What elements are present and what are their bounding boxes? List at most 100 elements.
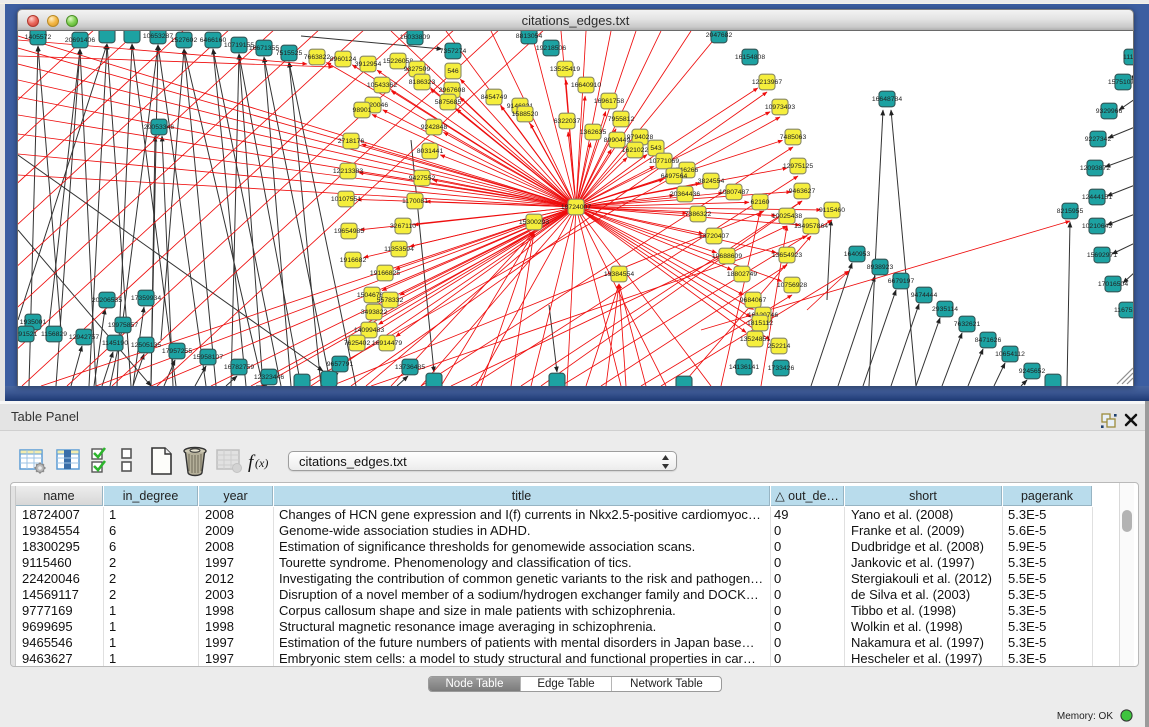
svg-text:10756928: 10756928 <box>777 282 807 289</box>
svg-text:10654112: 10654112 <box>995 351 1025 358</box>
svg-text:9657791: 9657791 <box>327 361 354 368</box>
svg-text:16671355: 16671355 <box>249 45 279 52</box>
svg-text:2718176: 2718176 <box>338 138 365 145</box>
svg-text:252214: 252214 <box>768 343 791 350</box>
svg-text:2047682: 2047682 <box>706 32 733 39</box>
svg-text:1405572: 1405572 <box>25 34 52 41</box>
svg-text:8454749: 8454749 <box>481 94 508 101</box>
svg-text:12323446: 12323446 <box>254 374 284 381</box>
svg-text:10771069: 10771069 <box>649 158 679 165</box>
svg-text:98901: 98901 <box>353 107 372 114</box>
svg-text:1362635: 1362635 <box>580 129 607 136</box>
svg-text:6497564: 6497564 <box>661 173 688 180</box>
svg-text:16033809: 16033809 <box>400 34 430 41</box>
svg-text:13720407: 13720407 <box>699 233 729 240</box>
svg-text:8938923: 8938923 <box>867 264 894 271</box>
svg-text:18802749: 18802749 <box>727 271 757 278</box>
svg-text:7515525: 7515525 <box>276 50 303 57</box>
svg-text:9245652: 9245652 <box>1019 368 1046 375</box>
svg-text:20206535: 20206535 <box>92 297 122 304</box>
svg-text:10210643: 10210643 <box>1082 223 1112 230</box>
svg-text:8031441: 8031441 <box>417 148 444 155</box>
svg-text:19218506: 19218506 <box>536 45 566 52</box>
svg-text:11172: 11172 <box>1123 54 1134 61</box>
svg-text:16961758: 16961758 <box>594 98 624 105</box>
svg-text:12505135: 12505135 <box>131 342 161 349</box>
svg-text:12093872: 12093872 <box>1080 165 1110 172</box>
svg-text:15692971: 15692971 <box>1087 252 1117 259</box>
svg-text:16782759: 16782759 <box>224 364 254 371</box>
svg-text:391521: 391521 <box>18 331 38 338</box>
svg-text:7663822: 7663822 <box>304 54 331 61</box>
svg-text:9327509: 9327509 <box>404 66 431 73</box>
svg-text:19975857: 19975857 <box>108 322 138 329</box>
svg-text:3493822: 3493822 <box>361 309 388 316</box>
svg-text:10107551: 10107551 <box>331 196 361 203</box>
svg-text:14136141: 14136141 <box>729 364 759 371</box>
svg-text:10543362: 10543362 <box>367 82 397 89</box>
svg-text:543: 543 <box>650 145 662 152</box>
svg-text:15300293: 15300293 <box>519 219 549 226</box>
svg-text:2967608: 2967608 <box>439 87 466 94</box>
svg-text:19384554: 19384554 <box>604 271 634 278</box>
svg-text:12444151: 12444151 <box>1082 194 1112 201</box>
svg-text:12213383: 12213383 <box>333 168 363 175</box>
svg-text:10973493: 10973493 <box>765 104 795 111</box>
svg-text:8813054: 8813054 <box>516 33 543 40</box>
svg-text:20691406: 20691406 <box>65 37 95 44</box>
svg-text:7632621: 7632621 <box>954 321 981 328</box>
svg-text:7625402: 7625402 <box>344 340 371 347</box>
svg-text:1815112: 1815112 <box>747 320 773 327</box>
svg-text:5875685: 5875685 <box>435 99 462 106</box>
svg-text:10688609: 10688609 <box>712 253 742 260</box>
svg-text:1145190: 1145190 <box>102 340 128 347</box>
svg-text:6322037: 6322037 <box>554 118 581 125</box>
svg-text:10025438: 10025438 <box>772 213 802 220</box>
svg-text:13524851: 13524851 <box>740 336 770 343</box>
svg-text:10807487: 10807487 <box>719 189 749 196</box>
svg-text:1733426: 1733426 <box>768 365 795 372</box>
svg-text:134957864: 134957864 <box>794 223 828 230</box>
svg-text:1167531: 1167531 <box>1114 307 1134 314</box>
svg-text:17359934: 17359934 <box>131 295 161 302</box>
svg-text:(x): (x) <box>255 456 268 470</box>
svg-text:2935114: 2935114 <box>932 306 958 313</box>
svg-text:1640953: 1640953 <box>844 251 871 258</box>
svg-text:12213967: 12213967 <box>752 79 782 86</box>
svg-text:8186323: 8186323 <box>409 79 436 86</box>
svg-text:1621022: 1621022 <box>622 147 649 154</box>
svg-text:14099483: 14099483 <box>354 327 384 334</box>
svg-text:3824554: 3824554 <box>698 178 725 185</box>
svg-text:17957255: 17957255 <box>162 348 192 355</box>
svg-text:19654985: 19654985 <box>334 228 364 235</box>
svg-text:8215955: 8215955 <box>1057 208 1084 215</box>
svg-text:1935001: 1935001 <box>20 319 47 326</box>
svg-text:12942757: 12942757 <box>69 334 99 341</box>
svg-text:1588520: 1588520 <box>512 111 539 118</box>
svg-text:11353594: 11353594 <box>384 246 414 253</box>
svg-text:12975125: 12975125 <box>783 163 813 170</box>
svg-text:62160: 62160 <box>751 199 770 206</box>
svg-text:16648784: 16648784 <box>872 96 902 103</box>
svg-text:16914479: 16914479 <box>372 340 402 347</box>
svg-text:18724007: 18724007 <box>561 204 591 211</box>
svg-text:10653287: 10653287 <box>143 33 173 40</box>
svg-text:13736485: 13736485 <box>395 364 425 371</box>
svg-text:20364436: 20364436 <box>670 191 700 198</box>
svg-text:7357274: 7357274 <box>440 48 467 55</box>
svg-text:8960124: 8960124 <box>330 56 357 63</box>
svg-text:9115460: 9115460 <box>819 207 845 214</box>
svg-text:29053346: 29053346 <box>144 124 174 131</box>
svg-text:546: 546 <box>447 68 459 75</box>
svg-text:5578332: 5578332 <box>377 297 404 304</box>
svg-text:3912954: 3912954 <box>355 61 382 68</box>
svg-text:9684067: 9684067 <box>740 297 767 304</box>
svg-text:9463627: 9463627 <box>789 188 816 195</box>
svg-text:7485063: 7485063 <box>780 134 807 141</box>
svg-text:17016504: 17016504 <box>1098 281 1128 288</box>
svg-text:1170081: 1170081 <box>402 198 428 205</box>
svg-text:16640910: 16640910 <box>571 82 601 89</box>
svg-text:9329966: 9329966 <box>1096 108 1123 115</box>
svg-text:15958107: 15958107 <box>193 354 223 361</box>
svg-text:7386322: 7386322 <box>685 211 712 218</box>
